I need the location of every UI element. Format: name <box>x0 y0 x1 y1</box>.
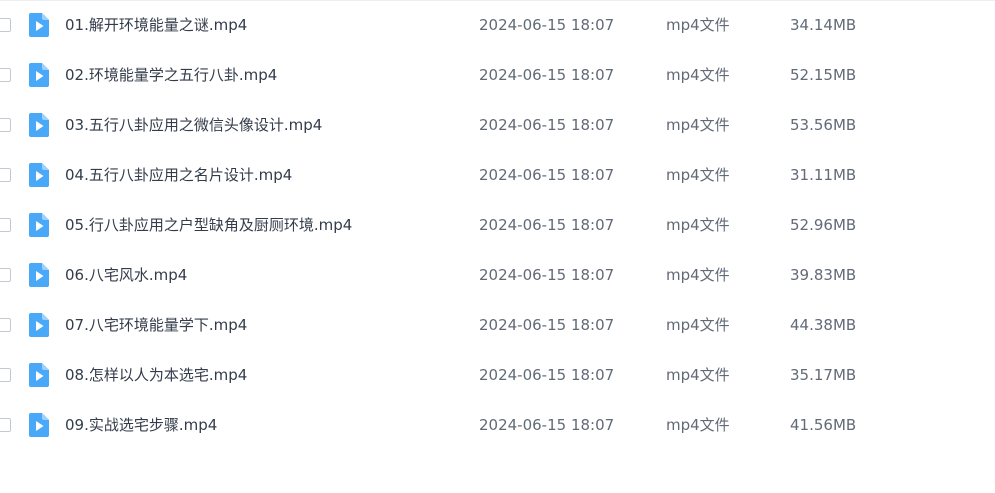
file-name[interactable]: 03.五行八卦应用之微信头像设计.mp4 <box>65 116 322 135</box>
file-list: 01.解开环境能量之谜.mp4 2024-06-15 18:07 mp4文件 3… <box>0 1 995 451</box>
file-size: 53.56MB <box>790 116 857 134</box>
video-file-icon <box>29 163 49 187</box>
file-date: 2024-06-15 18:07 <box>479 366 615 384</box>
file-date: 2024-06-15 18:07 <box>479 266 615 284</box>
video-file-icon <box>29 13 49 37</box>
file-type: mp4文件 <box>666 166 730 184</box>
file-size: 39.83MB <box>790 266 857 284</box>
row-checkbox[interactable] <box>0 318 11 332</box>
file-row[interactable]: 07.八宅环境能量学下.mp4 2024-06-15 18:07 mp4文件 4… <box>0 301 995 351</box>
row-checkbox[interactable] <box>0 18 11 32</box>
row-checkbox[interactable] <box>0 268 11 282</box>
file-name[interactable]: 06.八宅风水.mp4 <box>65 266 187 285</box>
file-row[interactable]: 01.解开环境能量之谜.mp4 2024-06-15 18:07 mp4文件 3… <box>0 1 995 51</box>
file-name[interactable]: 08.怎样以人为本选宅.mp4 <box>65 366 247 385</box>
file-date: 2024-06-15 18:07 <box>479 66 615 84</box>
row-checkbox[interactable] <box>0 418 11 432</box>
file-size: 52.96MB <box>790 216 857 234</box>
file-date: 2024-06-15 18:07 <box>479 316 615 334</box>
file-row[interactable]: 06.八宅风水.mp4 2024-06-15 18:07 mp4文件 39.83… <box>0 251 995 301</box>
row-checkbox[interactable] <box>0 218 11 232</box>
file-name[interactable]: 01.解开环境能量之谜.mp4 <box>65 16 247 35</box>
file-row[interactable]: 08.怎样以人为本选宅.mp4 2024-06-15 18:07 mp4文件 3… <box>0 351 995 401</box>
row-checkbox[interactable] <box>0 118 11 132</box>
video-file-icon <box>29 263 49 287</box>
row-checkbox[interactable] <box>0 168 11 182</box>
file-name[interactable]: 09.实战选宅步骤.mp4 <box>65 416 217 435</box>
file-type: mp4文件 <box>666 266 730 284</box>
file-date: 2024-06-15 18:07 <box>479 166 615 184</box>
file-size: 52.15MB <box>790 66 857 84</box>
file-size: 44.38MB <box>790 316 857 334</box>
video-file-icon <box>29 313 49 337</box>
file-size: 41.56MB <box>790 416 857 434</box>
file-row[interactable]: 04.五行八卦应用之名片设计.mp4 2024-06-15 18:07 mp4文… <box>0 151 995 201</box>
file-row[interactable]: 03.五行八卦应用之微信头像设计.mp4 2024-06-15 18:07 mp… <box>0 101 995 151</box>
file-name[interactable]: 04.五行八卦应用之名片设计.mp4 <box>65 166 292 185</box>
file-type: mp4文件 <box>666 416 730 434</box>
file-date: 2024-06-15 18:07 <box>479 216 615 234</box>
file-row[interactable]: 02.环境能量学之五行八卦.mp4 2024-06-15 18:07 mp4文件… <box>0 51 995 101</box>
file-type: mp4文件 <box>666 316 730 334</box>
file-size: 31.11MB <box>790 166 857 184</box>
file-type: mp4文件 <box>666 66 730 84</box>
video-file-icon <box>29 413 49 437</box>
file-size: 34.14MB <box>790 16 857 34</box>
video-file-icon <box>29 113 49 137</box>
file-date: 2024-06-15 18:07 <box>479 416 615 434</box>
file-name[interactable]: 07.八宅环境能量学下.mp4 <box>65 316 247 335</box>
file-date: 2024-06-15 18:07 <box>479 116 615 134</box>
file-type: mp4文件 <box>666 216 730 234</box>
file-size: 35.17MB <box>790 366 857 384</box>
row-checkbox[interactable] <box>0 68 11 82</box>
file-row[interactable]: 05.行八卦应用之户型缺角及厨厕环境.mp4 2024-06-15 18:07 … <box>0 201 995 251</box>
file-type: mp4文件 <box>666 16 730 34</box>
file-name[interactable]: 05.行八卦应用之户型缺角及厨厕环境.mp4 <box>65 216 352 235</box>
file-name[interactable]: 02.环境能量学之五行八卦.mp4 <box>65 66 277 85</box>
file-row[interactable]: 09.实战选宅步骤.mp4 2024-06-15 18:07 mp4文件 41.… <box>0 401 995 451</box>
file-type: mp4文件 <box>666 366 730 384</box>
file-date: 2024-06-15 18:07 <box>479 16 615 34</box>
file-type: mp4文件 <box>666 116 730 134</box>
video-file-icon <box>29 63 49 87</box>
video-file-icon <box>29 213 49 237</box>
row-checkbox[interactable] <box>0 368 11 382</box>
video-file-icon <box>29 363 49 387</box>
